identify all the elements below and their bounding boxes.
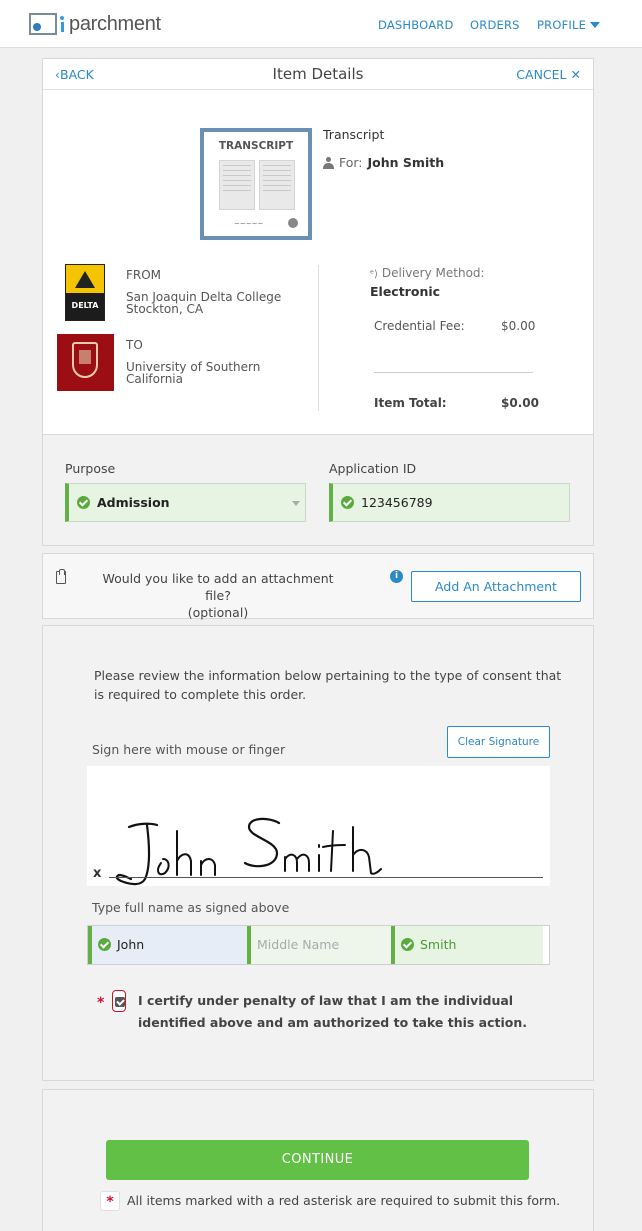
top-navigation-bar: parchment DASHBOARD ORDERS PROFILE	[0, 0, 642, 48]
attachment-prompt-line2: (optional)	[187, 605, 249, 620]
attachment-prompt-line1: Would you like to add an attachment file…	[102, 571, 334, 603]
parchment-logo[interactable]: parchment	[29, 12, 161, 36]
certify-checkbox[interactable]	[112, 990, 126, 1012]
first-name-input[interactable]: John	[88, 926, 247, 964]
document-type: Transcript	[323, 127, 385, 142]
attachment-icon	[56, 569, 66, 584]
required-note: All items marked with a red asterisk are…	[127, 1193, 561, 1208]
add-attachment-button[interactable]: Add An Attachment	[411, 571, 581, 602]
application-id-value: 123456789	[361, 495, 433, 510]
purpose-card: Purpose Application ID Admission 1234567…	[42, 434, 594, 546]
first-name-value: John	[117, 937, 145, 952]
logo-text: parchment	[69, 12, 161, 35]
middle-name-input[interactable]: Middle Name	[247, 926, 391, 964]
attachment-prompt: Would you like to add an attachment file…	[93, 570, 343, 621]
transcript-column-icon	[219, 160, 255, 210]
nav-orders[interactable]: ORDERS	[470, 18, 520, 32]
application-id-label: Application ID	[329, 461, 417, 476]
middle-name-placeholder: Middle Name	[257, 937, 340, 952]
credential-fee-value: $0.00	[501, 319, 536, 333]
to-institution: University of Southern California	[126, 361, 260, 385]
item-total-value: $0.00	[501, 396, 539, 410]
totals-divider	[374, 372, 533, 373]
signature-line	[109, 877, 543, 878]
purpose-label: Purpose	[65, 461, 116, 476]
last-name-input[interactable]: Smith	[391, 926, 543, 964]
caret-down-icon	[590, 22, 601, 28]
attachment-card: Would you like to add an attachment file…	[42, 553, 594, 621]
usc-seal-logo	[57, 334, 114, 391]
cancel-label: CANCEL	[516, 67, 567, 82]
required-asterisk-icon: *	[100, 1191, 120, 1211]
for-name: John Smith	[367, 155, 445, 170]
delta-college-logo: DELTA	[65, 264, 105, 321]
from-institution: San Joaquin Delta College Stockton, CA	[126, 291, 281, 315]
electronic-delivery-icon: ᵉ⟩	[370, 269, 379, 280]
nav-profile-label: PROFILE	[537, 18, 587, 32]
nav-dashboard[interactable]: DASHBOARD	[378, 18, 454, 32]
to-institution-line2: California	[126, 372, 183, 386]
check-circle-icon	[401, 938, 414, 951]
to-label: TO	[126, 338, 143, 352]
transcript-thumbnail: TRANSCRIPT ~~~~~	[200, 128, 312, 240]
signature-x-mark: x	[93, 866, 102, 881]
cancel-link[interactable]: CANCEL ✕	[516, 67, 581, 82]
close-icon: ✕	[570, 67, 581, 82]
parchment-logo-icon	[29, 13, 57, 35]
delta-logo-text: DELTA	[66, 293, 104, 320]
typed-name-label: Type full name as signed above	[92, 900, 290, 915]
purpose-select[interactable]: Admission	[65, 483, 306, 522]
for-label: For:	[339, 155, 363, 170]
transcript-signature-icon: ~~~~~	[234, 220, 264, 228]
signature-pad[interactable]: x	[87, 766, 550, 886]
item-details-header: ‹BACK Item Details CANCEL ✕	[43, 59, 593, 90]
page-title: Item Details	[272, 65, 364, 83]
certify-text: I certify under penalty of law that I am…	[138, 993, 528, 1030]
signature-label: Sign here with mouse or finger	[92, 742, 286, 757]
check-circle-icon	[77, 496, 90, 509]
person-icon	[323, 156, 334, 169]
full-name-inputs: John Middle Name Smith	[87, 925, 550, 965]
transcript-column-icon	[259, 160, 295, 210]
consent-intro: Please review the information below pert…	[94, 668, 562, 702]
from-institution-location: Stockton, CA	[126, 302, 204, 316]
footer-card: CONTINUE * All items marked with a red a…	[42, 1089, 594, 1231]
application-id-input[interactable]: 123456789	[329, 483, 570, 522]
delivery-method-value: Electronic	[370, 284, 441, 299]
from-label: FROM	[126, 268, 162, 282]
check-circle-icon	[341, 496, 354, 509]
delivery-method-label: ᵉ⟩ Delivery Method:	[370, 266, 485, 280]
vertical-divider	[318, 265, 319, 411]
required-asterisk-icon: *	[97, 995, 105, 1011]
parchment-logo-i-icon	[60, 16, 64, 32]
transcript-seal-icon	[288, 218, 298, 228]
continue-button[interactable]: CONTINUE	[106, 1140, 529, 1180]
item-details-card: ‹BACK Item Details CANCEL ✕ TRANSCRIPT ~…	[42, 58, 594, 435]
clear-signature-button[interactable]: Clear Signature	[447, 726, 550, 758]
usc-seal-icon	[72, 342, 98, 378]
purpose-value: Admission	[97, 495, 170, 510]
signature-stroke	[115, 817, 382, 886]
info-icon[interactable]: i	[390, 570, 403, 583]
consent-card: Please review the information below pert…	[42, 625, 594, 1081]
nav-profile[interactable]: PROFILE	[537, 18, 601, 32]
check-circle-icon	[98, 938, 111, 951]
chevron-down-icon	[292, 501, 300, 506]
last-name-value: Smith	[420, 937, 457, 952]
document-recipient: For: John Smith	[323, 155, 444, 170]
transcript-thumb-label: TRANSCRIPT	[218, 140, 294, 152]
item-total-label: Item Total:	[374, 396, 447, 410]
credential-fee-label: Credential Fee:	[374, 319, 465, 333]
